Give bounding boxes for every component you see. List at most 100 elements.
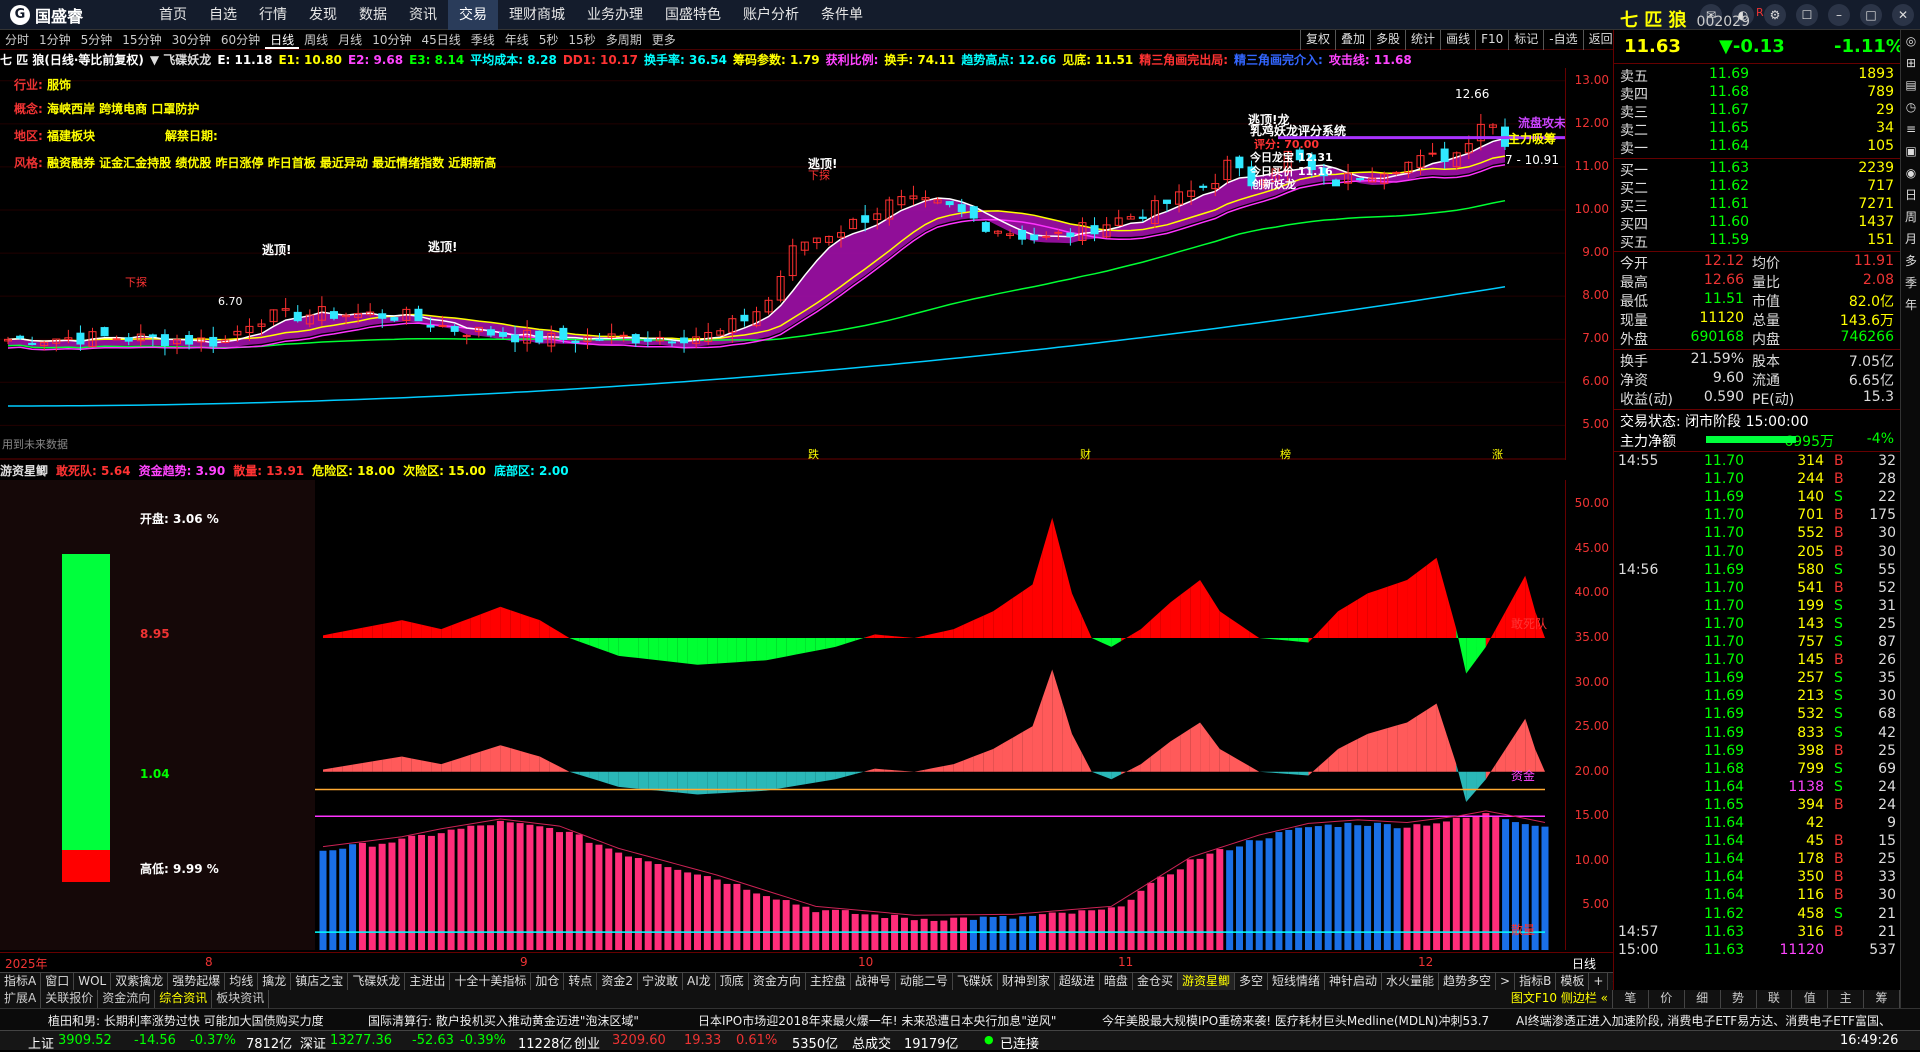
- menu-item-3[interactable]: 发现: [298, 0, 348, 30]
- menu-item-2[interactable]: 行情: [248, 0, 298, 30]
- indicator-tab-13[interactable]: 资金2: [597, 973, 639, 990]
- tool-2[interactable]: 多股: [1370, 30, 1405, 50]
- news-item-0[interactable]: 植田和男: 长期利率涨势过快 可能加大国债购买力度: [48, 1012, 324, 1029]
- menu-item-0[interactable]: 首页: [148, 0, 198, 30]
- quote-tab-6[interactable]: 主: [1828, 990, 1865, 1008]
- indicator-tab-9[interactable]: 主进出: [405, 973, 451, 990]
- sub-indicator-chart[interactable]: 敢死队资金散量: [315, 480, 1565, 950]
- sub-indicator-title[interactable]: 游资星鲫: [0, 464, 48, 478]
- side-toggle[interactable]: 图文F10 侧边栏 «: [1507, 990, 1613, 1008]
- side-strip-item-3[interactable]: ◷: [1901, 96, 1920, 118]
- indicator-tab-11[interactable]: 加仓: [531, 973, 565, 990]
- indicator-tab-34[interactable]: 模板: [1556, 973, 1590, 990]
- quote-tab-3[interactable]: 势: [1721, 990, 1757, 1008]
- indicator-tab-1[interactable]: 窗口: [41, 973, 75, 990]
- indicator-tab-29[interactable]: 神针启动: [1325, 973, 1383, 990]
- period-14[interactable]: 15秒: [563, 30, 600, 49]
- side-strip-item-11[interactable]: 季: [1901, 272, 1920, 294]
- period-6[interactable]: 日线: [265, 30, 300, 49]
- indicator-tab-26[interactable]: 游资星鲫: [1177, 973, 1235, 990]
- side-strip-item-2[interactable]: ▤: [1901, 74, 1920, 96]
- indicator-tab-27[interactable]: 多空: [1235, 973, 1268, 990]
- tool-1[interactable]: 叠加: [1335, 30, 1370, 50]
- indicator-tab-21[interactable]: 飞碟妖: [953, 973, 998, 990]
- indicator-tab-2[interactable]: WOL: [74, 973, 112, 990]
- indicator-tab-10[interactable]: 十全十美指标: [450, 973, 532, 990]
- menu-item-5[interactable]: 资讯: [398, 0, 448, 30]
- indicator-tab-25[interactable]: 金仓买: [1133, 973, 1178, 990]
- period-11[interactable]: 季线: [466, 30, 500, 49]
- indicator-tab-31[interactable]: 趋势多空: [1439, 973, 1497, 990]
- indicator-tab-35[interactable]: +: [1589, 973, 1609, 990]
- bottom-tab-3[interactable]: 综合资讯: [155, 990, 213, 1008]
- menu-item-1[interactable]: 自选: [198, 0, 248, 30]
- quote-tab-5[interactable]: 值: [1792, 990, 1829, 1008]
- indicator-tab-18[interactable]: 主控盘: [806, 973, 851, 990]
- app-logo[interactable]: G 国盛睿: [10, 4, 83, 26]
- period-0[interactable]: 分时: [0, 30, 34, 49]
- bottom-tab-2[interactable]: 资金流向: [98, 990, 156, 1008]
- indicator-tab-17[interactable]: 资金方向: [749, 973, 806, 990]
- side-strip-item-8[interactable]: 周: [1901, 206, 1920, 228]
- period-7[interactable]: 周线: [299, 30, 333, 49]
- tool-6[interactable]: 标记: [1508, 30, 1543, 50]
- menu-item-6[interactable]: 交易: [448, 0, 498, 30]
- indicator-tab-3[interactable]: 双紫擒龙: [111, 973, 169, 990]
- indicator-tab-32[interactable]: >: [1496, 973, 1516, 990]
- indicator-tab-14[interactable]: 宁波敢: [638, 973, 684, 990]
- period-2[interactable]: 5分钟: [76, 30, 118, 49]
- period-15[interactable]: 多周期: [601, 30, 647, 49]
- indicator-tab-30[interactable]: 水火量能: [1382, 973, 1440, 990]
- menu-item-4[interactable]: 数据: [348, 0, 398, 30]
- period-3[interactable]: 15分钟: [117, 30, 166, 49]
- side-strip-item-10[interactable]: 多: [1901, 250, 1920, 272]
- menu-item-9[interactable]: 国盛特色: [654, 0, 732, 30]
- indicator-tab-28[interactable]: 短线情绪: [1268, 973, 1325, 990]
- news-item-2[interactable]: 日本IPO市场迎2018年来最火爆一年! 未来恐遭日本央行加息"逆风": [698, 1012, 1056, 1029]
- quote-tab-1[interactable]: 价: [1649, 990, 1685, 1008]
- quote-tab-7[interactable]: 筹: [1864, 990, 1900, 1008]
- period-9[interactable]: 10分钟: [367, 30, 416, 49]
- period-8[interactable]: 月线: [333, 30, 367, 49]
- period-10[interactable]: 45日线: [416, 30, 465, 49]
- quote-tab-2[interactable]: 细: [1685, 990, 1721, 1008]
- indicator-tab-16[interactable]: 顶底: [716, 973, 749, 990]
- tool-7[interactable]: -自选: [1543, 30, 1582, 50]
- tool-4[interactable]: 画线: [1440, 30, 1475, 50]
- indicator-tab-15[interactable]: AI龙: [683, 973, 716, 990]
- indicator-tab-20[interactable]: 动能二号: [896, 973, 953, 990]
- indicator-tab-7[interactable]: 镇店之宝: [291, 973, 349, 990]
- side-strip-item-0[interactable]: ◎: [1901, 30, 1920, 52]
- side-strip-item-6[interactable]: ◉: [1901, 162, 1920, 184]
- menu-item-11[interactable]: 条件单: [810, 0, 874, 30]
- quote-tab-0[interactable]: 笔: [1613, 990, 1649, 1008]
- side-strip-item-12[interactable]: 年: [1901, 294, 1920, 316]
- side-strip-item-5[interactable]: ▣: [1901, 140, 1920, 162]
- close-button[interactable]: ✕: [1892, 4, 1914, 26]
- indicator-tab-19[interactable]: 战神号: [851, 973, 896, 990]
- kline-chart[interactable]: 12.666.707 - 10.91逃顶! 逃顶!逃顶!逃顶!龙下探下探乳鸡妖龙评…: [0, 68, 1565, 460]
- indicator-tab-24[interactable]: 暗盘: [1100, 973, 1133, 990]
- news-item-3[interactable]: 今年美股最大规模IPO重磅来袭! 医疗耗材巨头Medline(MDLN)冲刺53…: [1102, 1012, 1489, 1029]
- tool-3[interactable]: 统计: [1405, 30, 1440, 50]
- period-13[interactable]: 5秒: [534, 30, 564, 49]
- side-strip-item-9[interactable]: 月: [1901, 228, 1920, 250]
- menu-item-8[interactable]: 业务办理: [576, 0, 654, 30]
- period-1[interactable]: 1分钟: [34, 30, 76, 49]
- indicator-tab-8[interactable]: 飞碟妖龙: [348, 973, 406, 990]
- indicator-tab-6[interactable]: 擒龙: [258, 973, 292, 990]
- indicator-tab-23[interactable]: 超级进: [1055, 973, 1100, 990]
- period-12[interactable]: 年线: [500, 30, 534, 49]
- news-item-4[interactable]: AI终端渗透正进入加速阶段, 消费电子ETF易方达、消费电子ETF富国、: [1516, 1012, 1891, 1029]
- news-item-1[interactable]: 国际清算行: 散户投机买入推动黄金迈进"泡沫区域": [368, 1012, 639, 1029]
- side-strip-item-1[interactable]: ⊞: [1901, 52, 1920, 74]
- quote-tab-4[interactable]: 联: [1757, 990, 1793, 1008]
- indicator-tab-4[interactable]: 强势起爆: [168, 973, 226, 990]
- menu-item-7[interactable]: 理财商城: [498, 0, 576, 30]
- period-5[interactable]: 60分钟: [216, 30, 265, 49]
- indicator-tab-12[interactable]: 转点: [564, 973, 598, 990]
- bottom-tab-1[interactable]: 关联报价: [41, 990, 99, 1008]
- menu-item-10[interactable]: 账户分析: [732, 0, 810, 30]
- bottom-tab-4[interactable]: 板块资讯: [212, 990, 270, 1008]
- period-4[interactable]: 30分钟: [167, 30, 216, 49]
